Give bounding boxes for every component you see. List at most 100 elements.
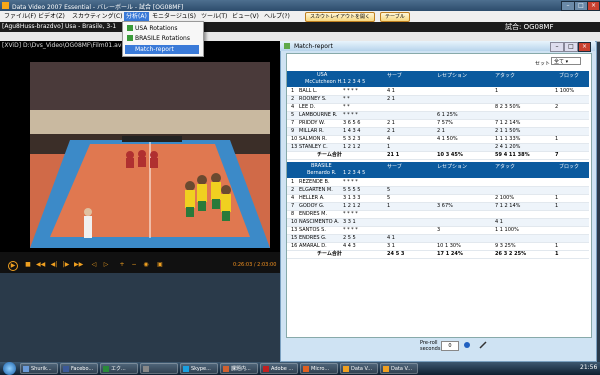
- table-button[interactable]: テーブル: [380, 12, 410, 22]
- table-row[interactable]: 4 HELLER A. 3 1 3 3 5 2 100% 1: [287, 195, 589, 203]
- app-icon: [303, 366, 309, 372]
- cell-no: 2: [291, 187, 295, 193]
- taskbar-item[interactable]: Facebo...: [60, 363, 98, 374]
- cell-sets: 3 6 5 6: [343, 120, 361, 126]
- open-scout-layout-button[interactable]: スカウトレイアウトを開く: [305, 12, 376, 22]
- set-select[interactable]: 全て ▾: [551, 57, 581, 65]
- cell-att: 7 1 2 14%: [495, 120, 521, 126]
- play-icon[interactable]: ▶: [8, 261, 18, 271]
- taskbar-item[interactable]: Adobe ...: [260, 363, 298, 374]
- zoom-out-icon[interactable]: −: [130, 261, 138, 269]
- taskbar-item[interactable]: Micro...: [300, 363, 338, 374]
- report-minimize-button[interactable]: –: [550, 42, 564, 52]
- video-frame[interactable]: [30, 62, 270, 248]
- cell-no: 4: [291, 104, 295, 110]
- table-row[interactable]: 7 PRIDDY W. 3 6 5 6 2 1 7 57% 7 1 2 14%: [287, 120, 589, 128]
- filter-icon[interactable]: [462, 340, 472, 350]
- table-row[interactable]: 8 ENDRES M. * * * *: [287, 211, 589, 219]
- total-serve: 24 5 3: [387, 251, 405, 257]
- menu-analysis[interactable]: 分析(A): [124, 12, 149, 21]
- brasile-coach-name: Bernardo R.: [307, 170, 337, 176]
- taskbar-item[interactable]: Shurik...: [20, 363, 58, 374]
- table-row[interactable]: 5 LAMBOURNE R. * * * * 6 1 25%: [287, 112, 589, 120]
- match-report-titlebar[interactable]: Match-report – □ ×: [280, 41, 595, 52]
- dropdown-item-brasile-rotations[interactable]: BRASILE Rotations: [125, 34, 199, 43]
- report-maximize-button[interactable]: □: [564, 42, 578, 52]
- menu-help[interactable]: ヘルプ(?): [262, 12, 292, 21]
- cell-name: LEE D.: [299, 104, 316, 110]
- brasile-table-header: BRASILE Bernardo R. 1 2 3 4 5 サーブ レセプション…: [287, 162, 589, 178]
- table-row[interactable]: 13 STANLEY C. 1 2 1 2 1 2 4 1 20%: [287, 144, 589, 152]
- menu-file[interactable]: ファイル(F): [2, 12, 38, 21]
- usa-block-header: ブロック: [559, 73, 580, 79]
- cell-sets: 3 1 3 3: [343, 195, 361, 201]
- cell-no: 1: [291, 179, 295, 185]
- fast-forward-icon[interactable]: ▶▶: [74, 261, 83, 269]
- table-row[interactable]: 4 LEE D. * * 8 2 3 50% 2: [287, 104, 589, 112]
- match-info-text: [Agu8Huss-brazdvo] Usa - Brasile, 3-1: [2, 23, 117, 30]
- dropdown-item-match-report[interactable]: Match-report: [125, 45, 199, 54]
- cell-blk: 2: [555, 104, 559, 110]
- rewind-icon[interactable]: ◀◀: [36, 261, 45, 269]
- table-row[interactable]: 7 GODOY G. 1 2 1 2 1 3 67% 7 1 2 14% 1: [287, 203, 589, 211]
- slow-icon[interactable]: ◁: [90, 261, 98, 269]
- table-row[interactable]: 16 AMARAL D. 4 4 3 3 1 10 1 30% 9 3 25% 1: [287, 243, 589, 251]
- step-forward-icon[interactable]: |▶: [62, 261, 70, 269]
- app-icon: [223, 366, 229, 372]
- taskbar-item[interactable]: Skype...: [180, 363, 218, 374]
- taskbar-item[interactable]: [140, 363, 178, 374]
- match-report-title: Match-report: [294, 43, 333, 50]
- cell-no: 13: [291, 227, 298, 233]
- table-row[interactable]: 2 ROONEY S. * * 2 1: [287, 96, 589, 104]
- table-row[interactable]: 15 ENDRES G. 2 5 5 4 1: [287, 235, 589, 243]
- menu-tools[interactable]: ツール(T): [199, 12, 229, 21]
- dropdown-item-usa-rotations[interactable]: USA Rotations: [125, 24, 199, 33]
- cell-blk: 1 100%: [555, 88, 575, 94]
- cell-name: ROONEY S.: [299, 96, 327, 102]
- cell-name: MILLAR R.: [299, 128, 324, 134]
- table-row[interactable]: 13 SANTOS S. * * * * 3 1 1 100%: [287, 227, 589, 235]
- maximize-button[interactable]: □: [574, 1, 588, 11]
- cell-no: 13: [291, 144, 298, 150]
- fast-icon[interactable]: ▷: [102, 261, 110, 269]
- step-back-icon[interactable]: ◀|: [50, 261, 58, 269]
- table-row[interactable]: 10 NASCIMENTO A. 3 3 1 4 1: [287, 219, 589, 227]
- tool-icon[interactable]: [478, 340, 488, 350]
- table-row[interactable]: 10 SALMON R. 5 3 2 3 4 4 1 50% 1 1 1 33% 1: [287, 136, 589, 144]
- taskbar-item[interactable]: 課題内...: [220, 363, 258, 374]
- team-total-row: チーム合計 21 1 10 3 45% 59 4 11 38% 7: [287, 152, 589, 160]
- menu-scouting[interactable]: スカウティング(C): [70, 12, 125, 21]
- report-close-button[interactable]: ×: [578, 42, 591, 52]
- usa-attack-header: アタック: [495, 73, 516, 79]
- cell-name: ENDRES G.: [299, 235, 327, 241]
- taskbar-item-label: Data V...: [391, 366, 413, 372]
- cell-sets: 4 4 3: [343, 243, 356, 249]
- table-row[interactable]: 1 REZENDE B. * * * *: [287, 179, 589, 187]
- table-row[interactable]: 1 BALL L. * * * * 4 1 1 1 100%: [287, 88, 589, 96]
- pre-roll-select[interactable]: 0: [441, 341, 459, 351]
- stop-icon[interactable]: ■: [24, 261, 32, 269]
- table-row[interactable]: 9 MILLAR R. 1 4 3 4 2 1 2 1 2 1 1 50%: [287, 128, 589, 136]
- cell-no: 7: [291, 203, 295, 209]
- taskbar-item[interactable]: Data V...: [340, 363, 378, 374]
- app-icon: [383, 366, 389, 372]
- taskbar-item[interactable]: エク...: [100, 363, 138, 374]
- rotation-icon: [127, 25, 133, 31]
- taskbar-item[interactable]: Data V...: [380, 363, 418, 374]
- zoom-in-icon[interactable]: +: [118, 261, 126, 269]
- start-button[interactable]: [3, 362, 16, 375]
- close-button[interactable]: ×: [587, 1, 600, 11]
- cell-att: 9 3 25%: [495, 243, 516, 249]
- snapshot-icon[interactable]: ◉: [142, 261, 150, 269]
- table-row[interactable]: 2 ELGARTEN M. 5 5 5 5 5: [287, 187, 589, 195]
- usa-table-header: USA McCutcheon H. 1 2 3 4 5 サーブ レセプション ア…: [287, 71, 589, 87]
- menu-video[interactable]: ビデオ(Z): [36, 12, 67, 21]
- cell-att: 1 1 100%: [495, 227, 519, 233]
- cell-rec: 4 1 50%: [437, 136, 458, 142]
- cell-blk: 1: [555, 243, 559, 249]
- menu-view[interactable]: ビュー(V): [230, 12, 261, 21]
- minimize-button[interactable]: –: [561, 1, 575, 11]
- camera-icon[interactable]: ▣: [156, 261, 164, 269]
- menu-montage[interactable]: モニタージュ(S): [150, 12, 198, 21]
- brasile-set-columns: 1 2 3 4 5: [343, 170, 366, 176]
